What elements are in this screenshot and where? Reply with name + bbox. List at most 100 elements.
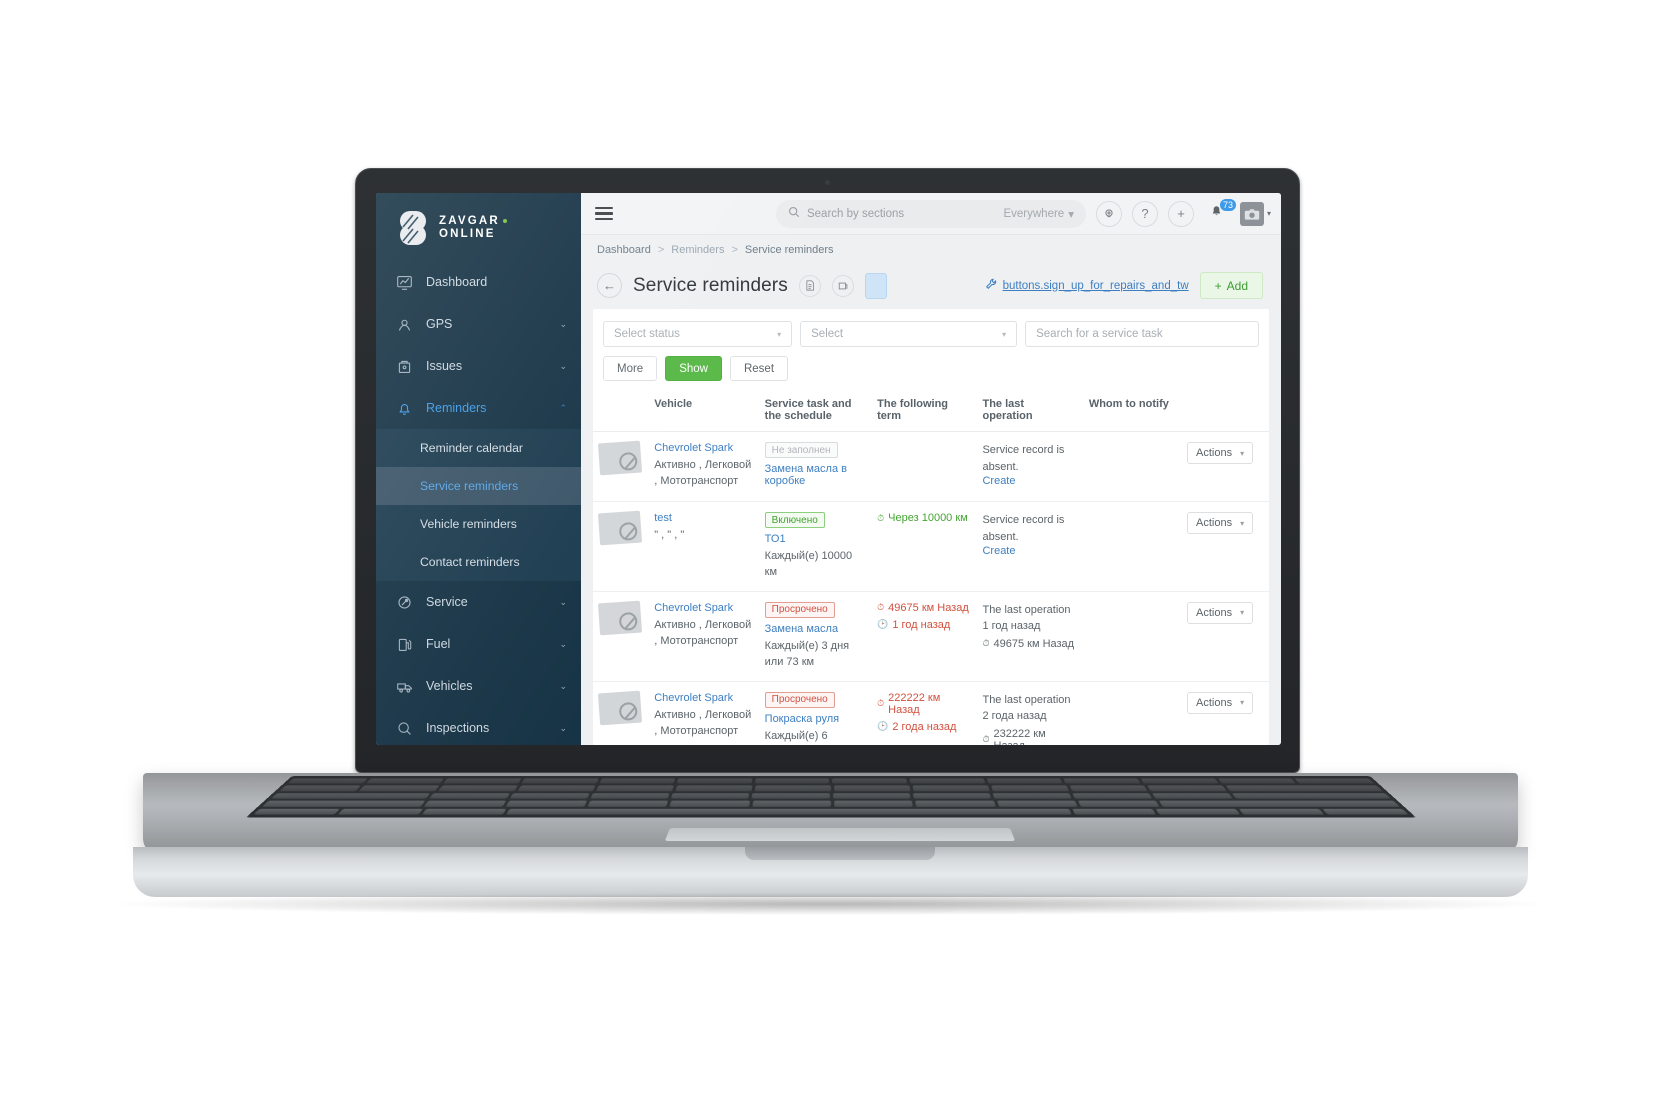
gauge-icon: ⏱ (982, 734, 990, 745)
keyboard-row (270, 793, 1392, 799)
gauge-icon: ⏱ (877, 512, 885, 523)
service-schedule: Каждый(е) 3 дня или 73 км (764, 639, 850, 668)
table-row[interactable]: Chevrolet Spark Активно , Легковой , Мот… (593, 681, 1269, 745)
service-task-link[interactable]: ТО1 (765, 533, 865, 545)
table-header-row: Vehicle Service task and the schedule Th… (593, 391, 1269, 432)
location-pin-button[interactable] (1095, 200, 1122, 227)
table-row[interactable]: Chevrolet Spark Активно , Легковой , Мот… (593, 431, 1269, 502)
create-record-link[interactable]: Create (982, 475, 1076, 487)
vehicle-meta: Активно , Легковой , Мототранспорт (654, 618, 752, 647)
sidebar-item-contact-reminders[interactable]: Contact reminders (376, 543, 581, 581)
sidebar-subitem-label: Vehicle reminders (420, 517, 517, 531)
screenshot-stage: ZAVGAR ONLINE Dashboard GPS ⌄ Issues ⌄ R… (0, 0, 1680, 1120)
help-button[interactable]: ? (1131, 200, 1158, 227)
sidebar-item-issues[interactable]: Issues ⌄ (376, 345, 581, 387)
hamburger-menu-icon[interactable] (595, 207, 613, 220)
actions-dropdown[interactable]: Actions ▾ (1187, 601, 1254, 624)
add-button[interactable]: + Add (1199, 272, 1263, 299)
sidebar-item-service[interactable]: Service ⌄ (376, 581, 581, 623)
notifications-button[interactable]: 73 (1204, 197, 1237, 227)
sidebar-item-reminder-calendar[interactable]: Reminder calendar (376, 429, 581, 467)
vehicle-link[interactable]: test (654, 512, 752, 524)
service-task-link[interactable]: Замена масла (765, 623, 865, 635)
search-scope-dropdown[interactable]: Everywhere ▾ (1003, 207, 1074, 221)
signup-repairs-link[interactable]: buttons.sign_up_for_repairs_and_tw (985, 278, 1189, 293)
vehicle-link[interactable]: Chevrolet Spark (654, 602, 752, 614)
sidebar-item-vehicles[interactable]: Vehicles ⌄ (376, 665, 581, 707)
sidebar-item-reminders[interactable]: Reminders ⌃ (376, 387, 581, 429)
secondary-filter-select[interactable]: Select ▾ (800, 321, 1018, 347)
service-task-link[interactable]: Покраска руля (765, 713, 865, 725)
sidebar-item-gps[interactable]: GPS ⌄ (376, 303, 581, 345)
reset-button[interactable]: Reset (729, 356, 789, 381)
breadcrumb-dashboard[interactable]: Dashboard (597, 244, 651, 256)
sidebar-item-vehicle-reminders[interactable]: Vehicle reminders (376, 505, 581, 543)
cell-actions: Actions ▾ (1181, 681, 1269, 745)
sidebar-item-service-reminders[interactable]: Service reminders (376, 467, 581, 505)
add-quick-button[interactable]: + (1167, 200, 1194, 227)
chevron-down-icon: ▾ (1240, 448, 1245, 458)
arrow-left-icon: ← (603, 278, 616, 293)
brand-text: ZAVGAR ONLINE (439, 215, 507, 241)
sidebar-item-fuel[interactable]: Fuel ⌄ (376, 623, 581, 665)
clock-icon: 🕑 (877, 619, 889, 630)
gauge-icon: ⏱ (982, 638, 990, 649)
vehicle-link[interactable]: Chevrolet Spark (654, 692, 752, 704)
chevron-down-icon: ⌄ (559, 680, 567, 691)
last-operation-prefix: The last operation 1 год назад (982, 603, 1071, 633)
table-row[interactable]: Chevrolet Spark Активно , Легковой , Мот… (593, 591, 1269, 682)
cell-vehicle: test " , " , " (648, 501, 759, 592)
main-area: Search by sections Everywhere ▾ ? + 73 ▾… (581, 193, 1281, 745)
vehicle-meta: Активно , Легковой , Мототранспорт (654, 708, 752, 737)
service-schedule: Каждый(е) 10000 км (764, 550, 853, 578)
last-operation-text: The last operation 1 год назад (982, 602, 1076, 635)
term-entry: ⏱ 222222 км Назад (877, 692, 970, 716)
service-task-link[interactable]: Замена масла в коробке (765, 463, 865, 487)
vehicle-meta: " , " , " (654, 529, 685, 541)
sidebar-item-label: Service (426, 595, 468, 609)
vehicle-photo-placeholder-icon (597, 440, 643, 476)
user-menu[interactable]: ▾ (1239, 201, 1271, 226)
cell-service-task: Не заполнен Замена масла в коробке (758, 431, 872, 502)
term-entry: ⏱ 49675 км Назад (877, 602, 970, 614)
keyboard (245, 776, 1417, 818)
actions-dropdown[interactable]: Actions ▾ (1187, 691, 1254, 714)
vehicle-link[interactable]: Chevrolet Spark (654, 442, 752, 454)
cell-vehicle: Chevrolet Spark Активно , Легковой , Мот… (648, 431, 759, 502)
chevron-down-icon: ▾ (1240, 698, 1245, 708)
cell-thumbnail (593, 681, 649, 745)
actions-dropdown[interactable]: Actions ▾ (1187, 442, 1254, 464)
vehicle-meta: Активно , Легковой , Мототранспорт (654, 459, 752, 487)
more-filters-button[interactable]: More (603, 356, 658, 381)
col-whom-to-notify: Whom to notify (1082, 391, 1181, 432)
breadcrumb-reminders[interactable]: Reminders (671, 244, 724, 256)
gps-icon (396, 316, 413, 333)
page-title: Service reminders (633, 274, 788, 296)
status-filter-select[interactable]: Select status ▾ (603, 321, 793, 347)
actions-label: Actions (1196, 606, 1233, 619)
plus-icon: + (1177, 206, 1185, 221)
filter-row: Select status ▾ Select ▾ Search for a se… (593, 309, 1269, 347)
gauge-icon: ⏱ (877, 698, 885, 709)
card-view-button[interactable] (831, 274, 854, 297)
sidebar-item-label: Inspections (426, 721, 490, 735)
col-thumbnail (593, 391, 649, 432)
sidebar-item-dashboard[interactable]: Dashboard (376, 261, 581, 303)
laptop-screen: ZAVGAR ONLINE Dashboard GPS ⌄ Issues ⌄ R… (376, 193, 1281, 745)
global-search[interactable]: Search by sections Everywhere ▾ (775, 199, 1086, 228)
document-view-button[interactable] (798, 274, 821, 297)
create-record-link[interactable]: Create (982, 545, 1076, 557)
actions-label: Actions (1196, 696, 1233, 709)
show-button[interactable]: Show (665, 356, 722, 381)
actions-dropdown[interactable]: Actions ▾ (1187, 512, 1254, 534)
bell-icon (396, 400, 413, 417)
chevron-down-icon: ⌄ (559, 596, 567, 607)
sidebar-item-inspections[interactable]: Inspections ⌄ (376, 707, 581, 745)
pin-filter-button[interactable] (864, 272, 887, 299)
table-row[interactable]: test " , " , " Включено ТО1 Каждый(е) 10… (593, 501, 1269, 592)
filter-buttons: More Show Reset (593, 347, 1269, 391)
search-input[interactable]: Search by sections (807, 208, 997, 220)
brand-logo-block[interactable]: ZAVGAR ONLINE (376, 193, 581, 261)
back-button[interactable]: ← (597, 273, 622, 298)
service-task-search-input[interactable]: Search for a service task (1025, 321, 1259, 347)
